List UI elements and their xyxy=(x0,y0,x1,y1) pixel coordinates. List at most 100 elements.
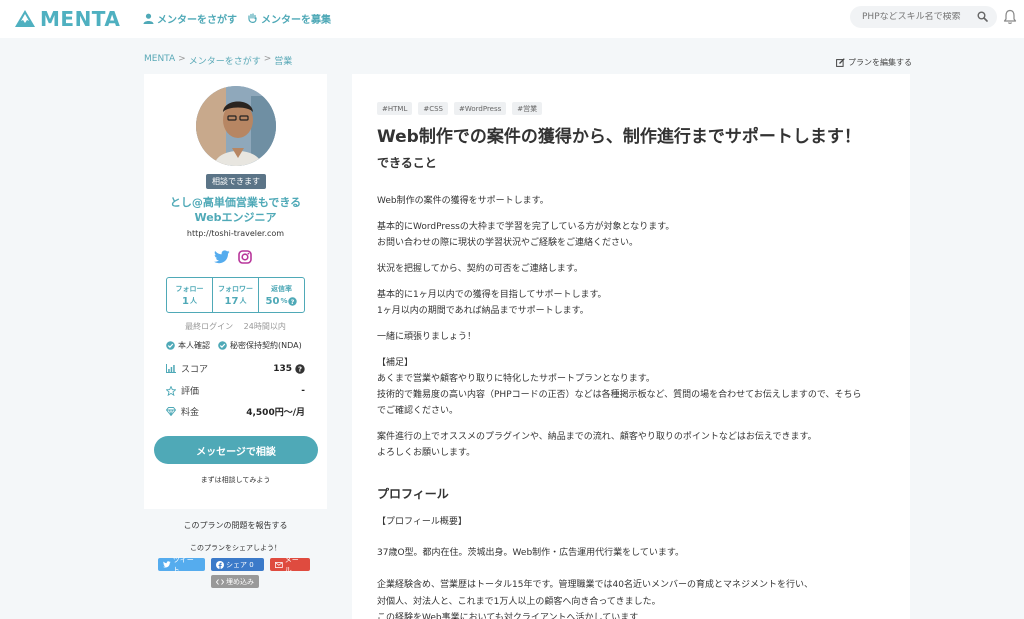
stat-following-unit: 人 xyxy=(189,297,197,305)
breadcrumb-separator: > xyxy=(263,54,272,64)
stat-reply-rate-unit: % xyxy=(280,297,288,305)
stat-following-number: 1 xyxy=(182,295,189,307)
plan-title: Web制作での案件の獲得から、制作進行までサポートします！ xyxy=(377,127,861,147)
plan-tags: #HTML #CSS #WordPress #営業 xyxy=(377,102,543,115)
stat-reply-rate-label: 返信率 xyxy=(271,284,292,293)
edit-plan-label: プランを編集する xyxy=(848,58,912,67)
help-icon[interactable]: ? xyxy=(288,296,298,306)
menta-logo-icon xyxy=(15,10,35,27)
plan-paragraph: Web制作の案件の獲得をサポートします。 xyxy=(377,196,549,206)
consult-hint: まずは相談してみよう xyxy=(200,476,271,484)
facebook-icon xyxy=(216,560,224,569)
tweet-button[interactable]: ツイート xyxy=(158,556,205,574)
tag-wordpress[interactable]: #WordPress xyxy=(454,102,507,115)
stat-followers-value: 17 人 xyxy=(225,296,247,307)
edit-icon xyxy=(836,58,845,67)
breadcrumb-category[interactable]: 営業 xyxy=(274,54,292,67)
stat-followers-label: フォロワー xyxy=(218,284,253,293)
mentor-stats: フォロー 1人 フォロワー 17 人 返信率 50% ? xyxy=(166,277,305,313)
consult-available-badge: 相談できます xyxy=(206,174,266,189)
search-icon[interactable] xyxy=(977,11,988,22)
profile-paragraph: この経験をWeb事業においても対クライアントへ活かしています xyxy=(377,613,639,619)
share-buttons: ツイート シェア 0 メール xyxy=(158,556,310,574)
verifications: 本人確認 秘密保持契約(NDA) xyxy=(166,340,302,351)
twitter-icon[interactable] xyxy=(214,250,230,264)
rating-value: - xyxy=(301,385,305,396)
verif-nda: 秘密保持契約(NDA) xyxy=(218,340,302,351)
bell-icon[interactable] xyxy=(1003,9,1017,25)
embed-button[interactable]: 埋め込み xyxy=(211,575,259,588)
tweet-label: ツイート xyxy=(172,555,194,574)
breadcrumb: MENTA > メンターをさがす > 営業 xyxy=(144,54,292,67)
mentor-url[interactable]: http://toshi-traveler.com xyxy=(144,229,327,238)
score-row: スコア 135 ? xyxy=(166,362,305,375)
nav-find-mentor[interactable]: メンターをさがす xyxy=(143,11,237,26)
plan-paragraph: よろしくお願いします。 xyxy=(377,448,476,458)
mentor-card: 相談できます とし@高単価営業もできるWebエンジニア http://toshi… xyxy=(144,74,327,509)
nav-recruit-mentor[interactable]: メンターを募集 xyxy=(247,11,331,26)
nav-recruit-label: メンターを募集 xyxy=(261,15,331,26)
hand-icon xyxy=(248,13,257,23)
plan-paragraph: 技術的で難易度の高い内容（PHPコードの正否）などは各種掲示板など、質問の場を合… xyxy=(377,390,862,400)
plan-paragraph: 基本的に1ヶ月以内での獲得を目指してサポートします。 xyxy=(377,290,607,300)
tag-css[interactable]: #CSS xyxy=(418,102,448,115)
breadcrumb-find[interactable]: メンターをさがす xyxy=(189,54,261,67)
plan-paragraph: あくまで営業や顧客やり取りに特化したサポートプランとなります。 xyxy=(377,374,655,384)
top-header: MENTA メンターをさがす メンターを募集 xyxy=(0,0,1024,38)
plan-paragraph: 基本的にWordPressの大枠まで学習を完了している方が対象となります。 xyxy=(377,222,675,232)
mentor-name[interactable]: とし@高単価営業もできるWebエンジニア xyxy=(158,195,313,225)
score-label-wrap: スコア xyxy=(166,362,208,375)
report-plan-link[interactable]: このプランの問題を報告する xyxy=(144,520,327,531)
tag-html[interactable]: #HTML xyxy=(377,102,413,115)
verif-nda-label: 秘密保持契約(NDA) xyxy=(230,341,302,350)
stat-following-label: フォロー xyxy=(175,284,204,293)
stat-following[interactable]: フォロー 1人 xyxy=(167,278,213,312)
stat-following-value: 1人 xyxy=(182,296,197,307)
avatar-image xyxy=(196,86,276,166)
mail-share-button[interactable]: メール xyxy=(270,556,310,574)
verif-identity: 本人確認 xyxy=(166,340,210,351)
profile-paragraph: 37歳O型。都内在住。茨城出身。Web制作・広告運用代行業をしています。 xyxy=(377,548,684,558)
search-input[interactable] xyxy=(862,12,972,22)
section-heading-profile: プロフィール xyxy=(377,487,449,501)
edit-plan-link[interactable]: プランを編集する xyxy=(836,57,912,68)
verif-identity-label: 本人確認 xyxy=(178,341,210,350)
last-login-value: 24時間以内 xyxy=(243,322,286,331)
price-label: 料金 xyxy=(181,408,200,418)
search-box xyxy=(850,6,997,28)
breadcrumb-home[interactable]: MENTA xyxy=(144,54,175,67)
help-icon[interactable]: ? xyxy=(295,363,305,374)
last-login: 最終ログイン 24時間以内 xyxy=(144,321,327,332)
share-title: このプランをシェアしよう！ xyxy=(190,544,281,552)
instagram-icon[interactable] xyxy=(238,250,252,264)
star-icon xyxy=(166,385,176,396)
bar-chart-icon xyxy=(166,364,176,373)
svg-text:?: ? xyxy=(298,365,302,373)
twitter-icon xyxy=(163,561,171,568)
message-consult-button[interactable]: メッセージで相談 xyxy=(154,436,318,464)
plan-detail: #HTML #CSS #WordPress #営業 Web制作での案件の獲得から… xyxy=(352,74,910,619)
price-label-wrap: 料金 xyxy=(166,405,199,418)
check-circle-icon xyxy=(166,341,175,350)
mentor-avatar[interactable] xyxy=(196,86,276,166)
tag-sales[interactable]: #営業 xyxy=(512,102,543,115)
social-links xyxy=(214,250,252,264)
facebook-share-button[interactable]: シェア 0 xyxy=(211,558,264,571)
score-value: 135 xyxy=(273,363,292,374)
mail-icon xyxy=(275,561,283,568)
menta-logo[interactable]: MENTA xyxy=(14,7,120,31)
score-label: スコア xyxy=(181,365,209,375)
stat-reply-rate-value: 50% ? xyxy=(266,296,298,307)
plan-paragraph: 案件進行の上でオススメのプラグインや、納品までの流れ、顧客やり取りのポイントなど… xyxy=(377,432,817,442)
diamond-icon xyxy=(166,407,176,416)
embed-label: 埋め込み xyxy=(226,577,254,586)
rating-label-wrap: 評価 xyxy=(166,384,199,397)
logo-text: MENTA xyxy=(40,7,121,31)
stat-followers[interactable]: フォロワー 17 人 xyxy=(213,278,259,312)
price-row: 料金 4,500円〜/月 xyxy=(166,405,305,418)
plan-paragraph: 1ヶ月以内の期間であれば納品までサポートします。 xyxy=(377,306,589,316)
stat-reply-rate: 返信率 50% ? xyxy=(259,278,304,312)
breadcrumb-separator: > xyxy=(178,54,186,64)
plan-paragraph: 一緒に頑張りましょう！ xyxy=(377,332,477,342)
section-heading-can-do: できること xyxy=(377,156,437,170)
